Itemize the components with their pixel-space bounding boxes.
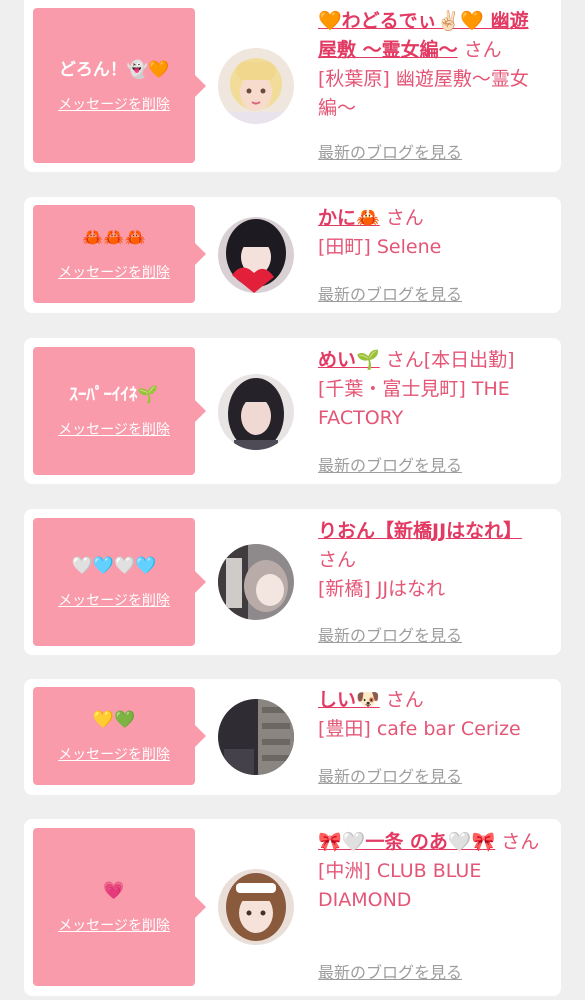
card-info: 🎀🤍一条 のあ🤍🎀 さん [中洲] CLUB BLUE DIAMOND (318, 828, 543, 915)
avatar[interactable] (218, 544, 294, 620)
avatar[interactable] (218, 48, 294, 124)
shop-name: [中洲] CLUB BLUE DIAMOND (318, 860, 482, 911)
delete-message-link[interactable]: メッセージを削除 (58, 744, 170, 764)
latest-blog-link[interactable]: 最新のブログを見る (318, 452, 462, 476)
message-text: ｽｰﾊﾟｰｲｲﾈ🌱 (69, 385, 159, 405)
cast-name-link[interactable]: しい🐶 (318, 689, 380, 711)
delete-message-link[interactable]: メッセージを削除 (58, 915, 170, 935)
message-text: 💗 (103, 881, 125, 901)
message-bubble: どろん！👻🧡 メッセージを削除 (33, 8, 206, 163)
card-info: 🧡わどるでぃ✌🏻🧡 幽遊屋敷 〜霊女編〜 さん [秋葉原] 幽遊屋敷〜霊女編〜 (318, 7, 543, 123)
latest-blog-link[interactable]: 最新のブログを見る (318, 281, 462, 305)
message-bubble: 🤍🩵🤍🩵 メッセージを削除 (33, 518, 206, 646)
message-bubble: ｽｰﾊﾟｰｲｲﾈ🌱 メッセージを削除 (33, 347, 206, 475)
latest-blog-link[interactable]: 最新のブログを見る (318, 139, 462, 163)
message-card: 🤍🩵🤍🩵 メッセージを削除 りおん【新橋JJはなれ】 さん [新橋] JJはなれ… (24, 509, 561, 655)
delete-message-link[interactable]: メッセージを削除 (58, 590, 170, 610)
message-card: 🦀🦀🦀 メッセージを削除 かに🦀 さん [田町] Selene 最新のブログを見… (24, 197, 561, 313)
shop-name: [田町] Selene (318, 236, 442, 258)
message-card: どろん！👻🧡 メッセージを削除 🧡わどるでぃ✌🏻🧡 幽遊屋敷 〜霊女編〜 さん … (24, 0, 561, 172)
honorific: さん[本日出勤] (385, 349, 515, 371)
honorific: さん (385, 689, 424, 711)
latest-blog-link[interactable]: 最新のブログを見る (318, 622, 462, 646)
cast-name-link[interactable]: かに🦀 (318, 207, 380, 229)
avatar[interactable] (218, 869, 294, 945)
avatar[interactable] (218, 699, 294, 775)
honorific: さん (501, 831, 540, 853)
avatar[interactable] (218, 374, 294, 450)
card-info: めい🌱 さん[本日出勤] [千葉・富士見町] THE FACTORY (318, 346, 543, 433)
delete-message-link[interactable]: メッセージを削除 (58, 94, 170, 114)
latest-blog-link[interactable]: 最新のブログを見る (318, 959, 462, 983)
shop-name: [新橋] JJはなれ (318, 578, 446, 600)
message-list: どろん！👻🧡 メッセージを削除 🧡わどるでぃ✌🏻🧡 幽遊屋敷 〜霊女編〜 さん … (0, 0, 585, 1000)
cast-name-link[interactable]: りおん【新橋JJはなれ】 (318, 520, 522, 542)
card-info: りおん【新橋JJはなれ】 さん [新橋] JJはなれ (318, 517, 543, 604)
honorific: さん (385, 207, 424, 229)
message-text: どろん！👻🧡 (58, 59, 170, 80)
shop-name: [秋葉原] 幽遊屋敷〜霊女編〜 (318, 68, 529, 119)
message-text: 💛💚 (92, 710, 136, 730)
message-card: ｽｰﾊﾟｰｲｲﾈ🌱 メッセージを削除 めい🌱 さん[本日出勤] [千葉・富士見町… (24, 338, 561, 484)
cast-name-link[interactable]: 🎀🤍一条 のあ🤍🎀 (318, 831, 495, 853)
message-card: 💛💚 メッセージを削除 しい🐶 さん [豊田] cafe bar Cerize … (24, 679, 561, 795)
latest-blog-link[interactable]: 最新のブログを見る (318, 763, 462, 787)
message-bubble: 💛💚 メッセージを削除 (33, 687, 206, 785)
message-bubble: 💗 メッセージを削除 (33, 828, 206, 986)
card-info: しい🐶 さん [豊田] cafe bar Cerize (318, 686, 543, 744)
delete-message-link[interactable]: メッセージを削除 (58, 419, 170, 439)
shop-name: [千葉・富士見町] THE FACTORY (318, 378, 510, 429)
shop-name: [豊田] cafe bar Cerize (318, 718, 521, 740)
delete-message-link[interactable]: メッセージを削除 (58, 262, 170, 282)
message-text: 🦀🦀🦀 (82, 228, 146, 248)
honorific: さん (463, 39, 502, 61)
card-info: かに🦀 さん [田町] Selene (318, 204, 543, 262)
honorific: さん (318, 549, 357, 571)
message-bubble: 🦀🦀🦀 メッセージを削除 (33, 205, 206, 303)
avatar[interactable] (218, 217, 294, 293)
message-text: 🤍🩵🤍🩵 (71, 556, 157, 576)
message-card: 💗 メッセージを削除 🎀🤍一条 のあ🤍🎀 さん [中洲] CLUB BLUE D… (24, 819, 561, 996)
cast-name-link[interactable]: めい🌱 (318, 349, 380, 371)
